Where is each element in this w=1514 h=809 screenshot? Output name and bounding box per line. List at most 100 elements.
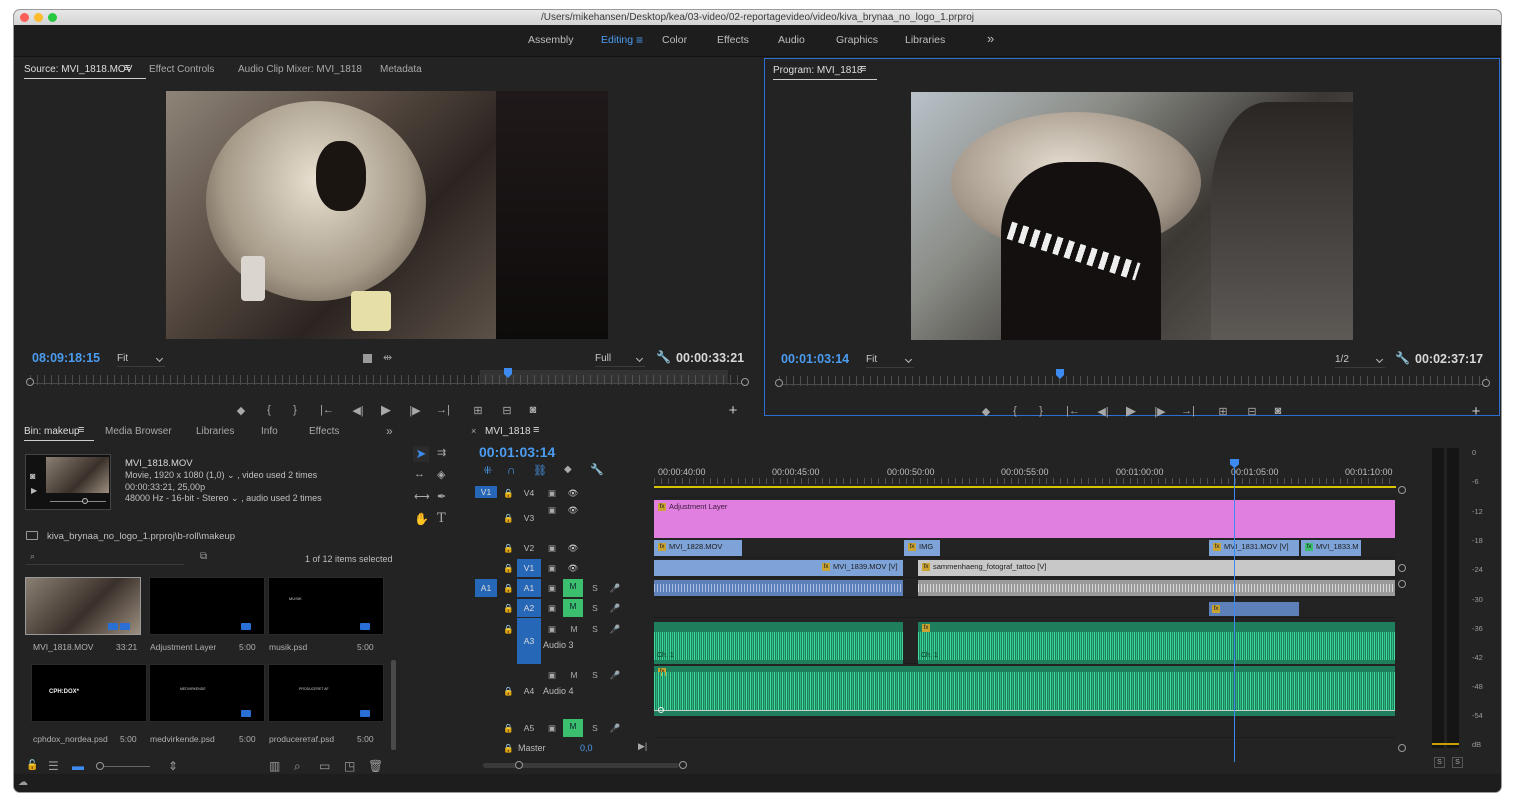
workspace-libraries[interactable]: Libraries (905, 34, 945, 46)
zoom-slider-track[interactable] (98, 766, 150, 767)
program-mark-out-button[interactable]: } (1034, 404, 1048, 418)
sync-lock-icon[interactable]: ▣ (545, 622, 559, 636)
preview-scrub-handle[interactable] (82, 498, 88, 504)
minimize-window-button[interactable] (34, 13, 43, 22)
go-to-in-button[interactable]: |← (319, 403, 335, 417)
timeline-playhead-line[interactable] (1234, 464, 1235, 762)
tab-effects[interactable]: Effects (309, 426, 339, 437)
poster-frame-icon[interactable]: ◙ (30, 471, 35, 481)
track-id-a3[interactable]: A3 (517, 618, 541, 664)
preview-scrub-bar[interactable] (50, 501, 106, 502)
track-id-a2[interactable]: A2 (517, 599, 541, 617)
solo-button[interactable]: S (589, 601, 601, 615)
mute-button[interactable]: M (567, 622, 581, 636)
workspace-color[interactable]: Color (662, 34, 687, 46)
track-lock-icon[interactable]: 🔒 (503, 601, 514, 615)
source-zoom-left-handle[interactable] (26, 378, 34, 386)
preview-play-icon[interactable]: ▶ (31, 486, 37, 495)
lock-icon[interactable]: 🔓 (26, 760, 38, 771)
bin-item-musik[interactable]: MUSIK (268, 577, 384, 635)
clip-mvi-1828[interactable]: fx MVI_1828.MOV (654, 540, 742, 556)
razor-tool-icon[interactable]: ◈ (437, 468, 445, 481)
voice-over-mic-icon[interactable]: 🎤 (609, 601, 621, 615)
source-video-frame[interactable] (166, 91, 608, 339)
ripple-edit-tool-icon[interactable]: ↔ (414, 468, 425, 480)
toggle-output-eye-icon[interactable]: 👁 (566, 561, 580, 575)
sync-lock-icon[interactable]: ▣ (545, 561, 559, 575)
program-export-frame-button[interactable]: ◙ (1271, 404, 1285, 418)
sequence-tab[interactable]: MVI_1818 (485, 426, 531, 437)
tab-effect-controls[interactable]: Effect Controls (149, 64, 214, 75)
settings-icon[interactable] (363, 354, 372, 363)
solo-button[interactable]: S (589, 622, 601, 636)
overwrite-button[interactable]: ⊟ (498, 403, 516, 417)
type-tool-icon[interactable]: T (437, 511, 446, 526)
sync-lock-icon[interactable]: ▣ (545, 601, 559, 615)
timeline-ruler[interactable]: 00:00:40:00 00:00:45:00 00:00:50:00 00:0… (654, 464, 1396, 488)
track-lock-icon[interactable]: 🔒 (503, 541, 514, 555)
solo-button[interactable]: S (589, 721, 601, 735)
bin-item-cphdox[interactable]: CPH:DOX* (31, 664, 147, 722)
go-to-end-icon[interactable]: ▶| (638, 741, 647, 752)
sync-lock-icon[interactable]: ▣ (545, 541, 559, 555)
linked-selection-icon[interactable]: ⛓ (533, 464, 547, 477)
bin-item-produceret-af[interactable]: PRODUCERET AF (268, 664, 384, 722)
solo-button[interactable]: S (589, 581, 601, 595)
creative-cloud-icon[interactable]: ☁ (18, 777, 28, 788)
program-add-marker-button[interactable]: ◆ (979, 404, 993, 418)
step-forward-button[interactable]: |▶ (408, 403, 422, 417)
program-resolution-select[interactable]: 1/2 (1335, 354, 1385, 368)
button-editor-add[interactable]: + (726, 402, 740, 419)
tab-libraries[interactable]: Libraries (196, 426, 234, 437)
track-lock-icon[interactable]: 🔒 (503, 561, 514, 575)
clip-sammenhaeng[interactable]: fx sammenhaeng_fotograf_tattoo [V] (918, 560, 1395, 576)
program-button-editor-add[interactable]: + (1469, 403, 1483, 420)
track-lock-icon[interactable]: 🔒 (503, 741, 514, 755)
audio-clip-a1-1[interactable] (654, 580, 903, 596)
trash-icon[interactable]: 🗑 (368, 759, 383, 773)
track-id-a1[interactable]: A1 (517, 579, 541, 597)
hand-tool-icon[interactable]: ✋ (414, 512, 429, 526)
sync-lock-icon[interactable]: ▣ (545, 503, 559, 517)
tab-audio-clip-mixer[interactable]: Audio Clip Mixer: MVI_1818 (238, 64, 362, 75)
step-back-button[interactable]: ◀| (351, 403, 365, 417)
source-timecode[interactable]: 08:09:18:15 (32, 351, 100, 365)
workspace-effects[interactable]: Effects (717, 34, 749, 46)
vscroll-video-top[interactable] (1398, 486, 1406, 494)
nest-toggle-icon[interactable]: ⁜ (483, 464, 492, 477)
track-select-tool-icon[interactable]: ⇉ (437, 446, 446, 459)
mark-in-button[interactable]: { (262, 403, 276, 417)
bin-search-input[interactable]: ⌕ (26, 551, 184, 565)
bin-item-adjustment-layer[interactable] (149, 577, 265, 635)
zoom-window-button[interactable] (48, 13, 57, 22)
selection-tool-icon[interactable]: ➤ (413, 446, 429, 462)
mute-button[interactable]: M (567, 668, 581, 682)
new-bin-icon[interactable]: ▭ (319, 759, 330, 773)
track-lock-icon[interactable]: 🔒 (503, 721, 514, 735)
clip-adjustment-layer[interactable]: fx Adjustment Layer (654, 500, 1395, 538)
go-to-out-button[interactable]: →| (435, 403, 451, 417)
track-lock-icon[interactable]: 🔒 (503, 581, 514, 595)
audio-clip-a3-2[interactable]: fx Ch. 1 (918, 622, 1395, 664)
solo-button[interactable]: S (589, 668, 601, 682)
workspace-menu-icon[interactable]: ≡ (636, 33, 643, 47)
extract-button[interactable]: ⊟ (1243, 404, 1261, 418)
timeline-zoom-bar[interactable] (483, 763, 679, 768)
bin-item-medvirkende[interactable]: MEDVIRKENDE (149, 664, 265, 722)
new-search-bin-icon[interactable]: ⧉ (200, 551, 207, 562)
export-frame-button[interactable]: ◙ (526, 403, 540, 417)
mark-out-button[interactable]: } (288, 403, 302, 417)
program-play-button[interactable]: ▶ (1124, 403, 1138, 418)
mute-button[interactable]: M (563, 599, 583, 617)
tab-source[interactable]: Source: MVI_1818.MOV (24, 64, 147, 79)
tab-info[interactable]: Info (261, 426, 278, 437)
voice-over-mic-icon[interactable]: 🎤 (609, 668, 621, 682)
add-marker-button[interactable]: ◆ (234, 403, 248, 417)
mute-button[interactable]: M (563, 579, 583, 597)
source-patch-v1[interactable]: V1 (475, 486, 497, 498)
source-fit-select[interactable]: Fit (117, 353, 165, 367)
audio-clip-a4[interactable]: fx (654, 666, 1395, 716)
tab-program[interactable]: Program: MVI_1818 (773, 65, 876, 80)
insert-button[interactable]: ⊞ (469, 403, 487, 417)
solo-left-button[interactable]: S (1434, 757, 1445, 768)
